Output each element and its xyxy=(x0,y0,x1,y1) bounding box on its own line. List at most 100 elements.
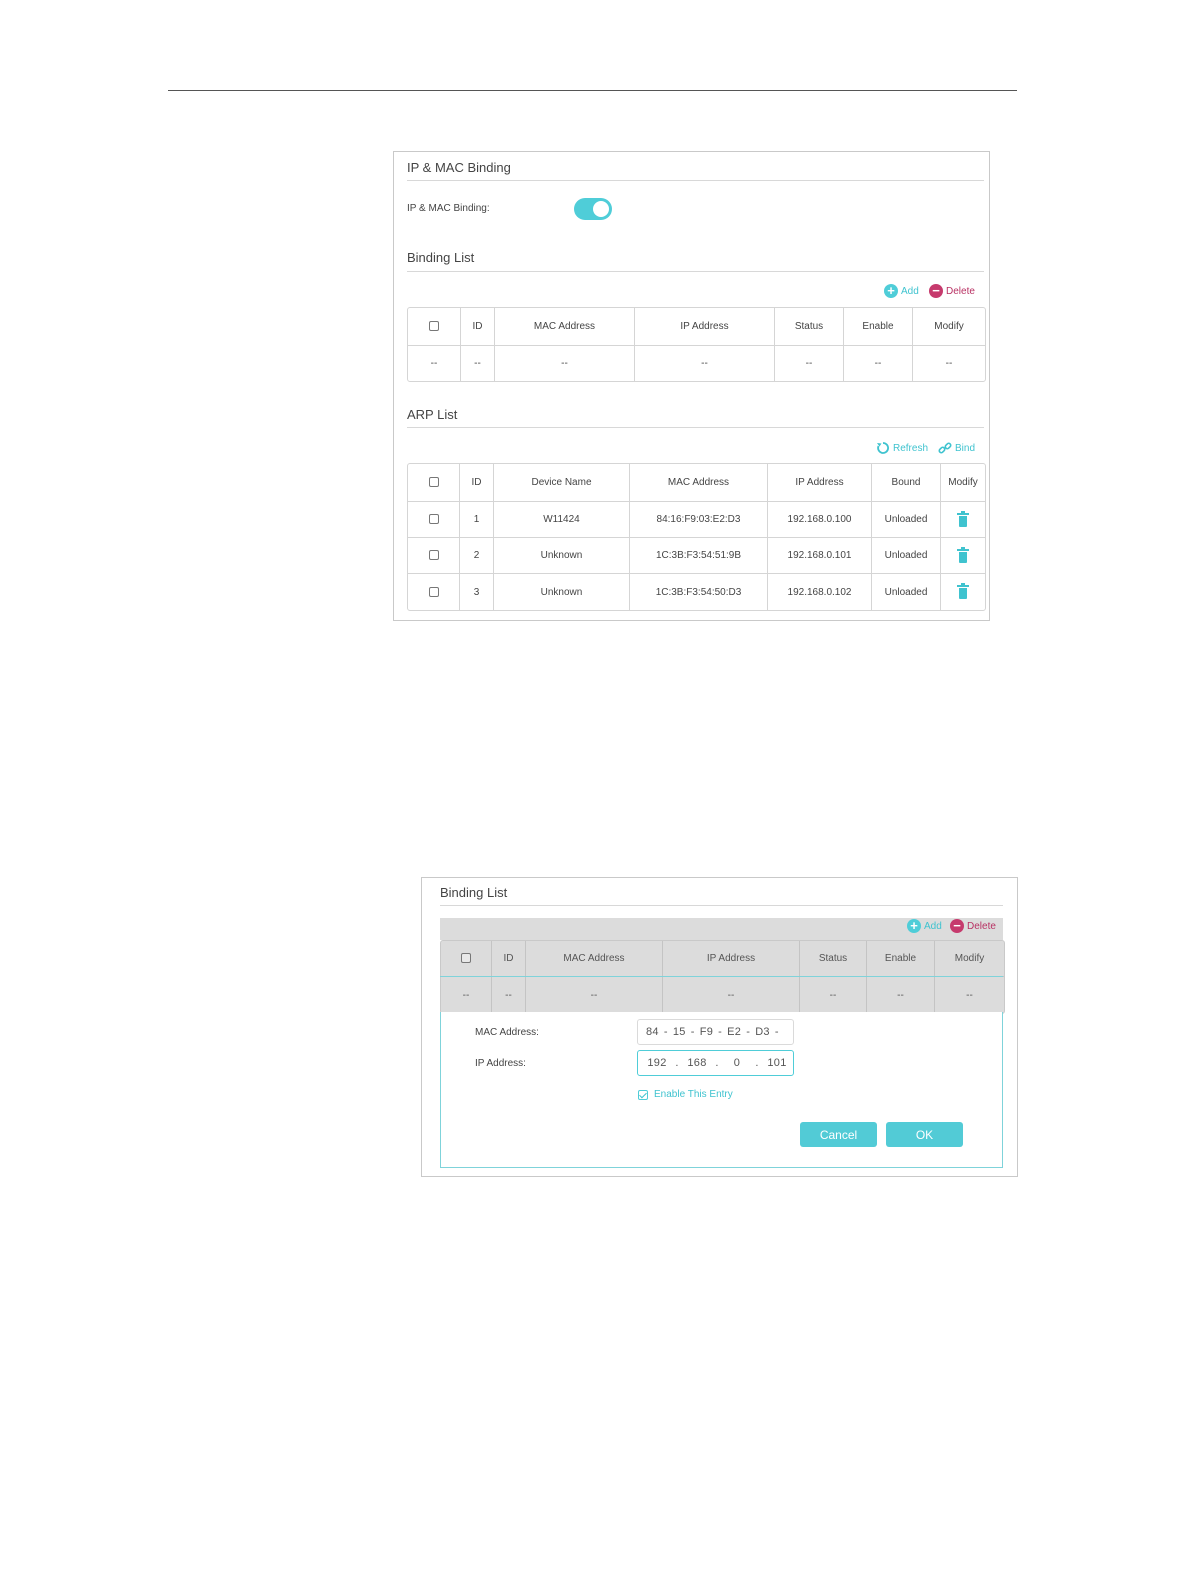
column-header: MAC Address xyxy=(630,464,768,502)
plus-icon: + xyxy=(907,919,921,933)
binding-edit-panel: Binding List + Add − Delete ID MAC Addre… xyxy=(421,877,1018,1177)
table-row: 2 Unknown 1C:3B:F3:54:51:9B 192.168.0.10… xyxy=(408,538,985,574)
column-header: IP Address xyxy=(635,308,775,346)
trash-icon[interactable] xyxy=(957,583,969,599)
table-cell: 192.168.0.102 xyxy=(768,574,872,610)
select-all-cell xyxy=(441,941,492,977)
select-all-checkbox[interactable] xyxy=(428,477,439,488)
arp-refresh-label: Refresh xyxy=(893,442,929,454)
enable-entry-row[interactable]: Enable This Entry xyxy=(638,1089,733,1100)
table-cell: 192.168.0.101 xyxy=(768,538,872,574)
enable-entry-checkbox[interactable] xyxy=(638,1089,648,1100)
table-cell: -- xyxy=(461,346,495,381)
ip-sep: . xyxy=(715,1057,719,1069)
table-cell: -- xyxy=(526,977,663,1013)
binding-add-label: Add xyxy=(924,920,942,932)
table-cell: W11424 xyxy=(494,502,630,538)
ip-mac-binding-toggle-label: IP & MAC Binding: xyxy=(407,203,490,214)
cancel-button[interactable]: Cancel xyxy=(800,1122,877,1147)
binding-delete-label: Delete xyxy=(967,920,996,932)
toggle-knob xyxy=(593,201,609,217)
mac-seg-2: 15 xyxy=(672,1026,686,1038)
select-all-cell xyxy=(408,308,461,346)
minus-icon: − xyxy=(929,284,943,298)
table-cell: 2 xyxy=(460,538,494,574)
row-select-cell xyxy=(408,538,460,574)
table-cell: 3 xyxy=(460,574,494,610)
table-cell: Unloaded xyxy=(872,538,941,574)
ip-address-input[interactable]: 192 . 168 . 0 . 101 xyxy=(637,1050,794,1076)
table-row: -- -- -- -- -- -- -- xyxy=(408,346,985,381)
mac-sep: - xyxy=(690,1026,695,1038)
mac-address-input[interactable]: 84 - 15 - F9 - E2 - D3 - xyxy=(637,1019,794,1045)
arp-refresh-button[interactable]: Refresh xyxy=(876,441,928,455)
mac-seg-5: D3 xyxy=(755,1026,770,1038)
table-cell: -- xyxy=(492,977,526,1013)
mac-sep: - xyxy=(746,1026,751,1038)
column-header: Enable xyxy=(867,941,935,977)
column-header: IP Address xyxy=(663,941,800,977)
row-checkbox[interactable] xyxy=(428,586,439,597)
section-divider xyxy=(440,905,1003,906)
ip-mac-binding-toggle[interactable] xyxy=(574,198,612,220)
row-select-cell xyxy=(408,502,460,538)
minus-icon: − xyxy=(950,919,964,933)
column-header: MAC Address xyxy=(495,308,635,346)
enable-entry-label: Enable This Entry xyxy=(654,1089,733,1100)
table-cell: Unknown xyxy=(494,574,630,610)
binding-list-table: ID MAC Address IP Address Status Enable … xyxy=(440,940,1005,1014)
table-header-row: ID Device Name MAC Address IP Address Bo… xyxy=(408,464,985,502)
page-top-rule xyxy=(168,90,1017,91)
mac-seg-3: F9 xyxy=(699,1026,714,1038)
table-cell: 1C:3B:F3:54:51:9B xyxy=(630,538,768,574)
ok-button[interactable]: OK xyxy=(886,1122,963,1147)
table-cell: -- xyxy=(844,346,913,381)
mac-sep: - xyxy=(774,1026,779,1038)
table-row: 1 W11424 84:16:F9:03:E2:D3 192.168.0.100… xyxy=(408,502,985,538)
table-cell: -- xyxy=(408,346,461,381)
binding-add-button[interactable]: + Add xyxy=(884,284,919,298)
refresh-icon xyxy=(877,442,889,454)
select-all-checkbox[interactable] xyxy=(461,953,471,964)
column-header: Modify xyxy=(913,308,985,346)
modify-cell xyxy=(941,538,985,574)
binding-delete-button[interactable]: − Delete xyxy=(950,919,996,933)
row-select-cell xyxy=(408,574,460,610)
column-header: Modify xyxy=(941,464,985,502)
table-row: -- -- -- -- -- -- -- xyxy=(441,977,1004,1013)
table-header-row: ID MAC Address IP Address Status Enable … xyxy=(408,308,985,346)
ip-seg-2: 168 xyxy=(687,1057,707,1069)
column-header: Device Name xyxy=(494,464,630,502)
section-divider xyxy=(407,180,984,181)
mac-seg-1: 84 xyxy=(646,1026,659,1038)
column-header: Modify xyxy=(935,941,1004,977)
binding-add-button[interactable]: + Add xyxy=(907,919,942,933)
modify-cell xyxy=(941,502,985,538)
arp-list-title: ARP List xyxy=(407,407,458,422)
select-all-checkbox[interactable] xyxy=(429,321,439,332)
binding-delete-button[interactable]: − Delete xyxy=(929,284,975,298)
arp-list-table: ID Device Name MAC Address IP Address Bo… xyxy=(407,463,986,611)
table-header-row: ID MAC Address IP Address Status Enable … xyxy=(441,941,1004,977)
column-header: Bound xyxy=(872,464,941,502)
table-cell: -- xyxy=(867,977,935,1013)
row-checkbox[interactable] xyxy=(428,550,439,561)
row-checkbox[interactable] xyxy=(428,514,439,525)
binding-list-table: ID MAC Address IP Address Status Enable … xyxy=(407,307,986,382)
column-header: ID xyxy=(461,308,495,346)
binding-delete-label: Delete xyxy=(946,285,975,297)
table-cell: -- xyxy=(635,346,775,381)
table-cell: Unknown xyxy=(494,538,630,574)
trash-icon[interactable] xyxy=(957,510,969,527)
table-row: 3 Unknown 1C:3B:F3:54:50:D3 192.168.0.10… xyxy=(408,574,985,610)
arp-bind-button[interactable]: Bind xyxy=(938,441,975,455)
ip-seg-4: 101 xyxy=(767,1057,787,1069)
column-header: Status xyxy=(775,308,844,346)
select-all-cell xyxy=(408,464,460,502)
modify-cell xyxy=(941,574,985,610)
ip-mac-binding-title: IP & MAC Binding xyxy=(407,160,511,175)
ip-seg-1: 192 xyxy=(647,1057,667,1069)
binding-list-title: Binding List xyxy=(407,250,475,265)
mac-seg-4: E2 xyxy=(727,1026,742,1038)
trash-icon[interactable] xyxy=(957,546,969,563)
